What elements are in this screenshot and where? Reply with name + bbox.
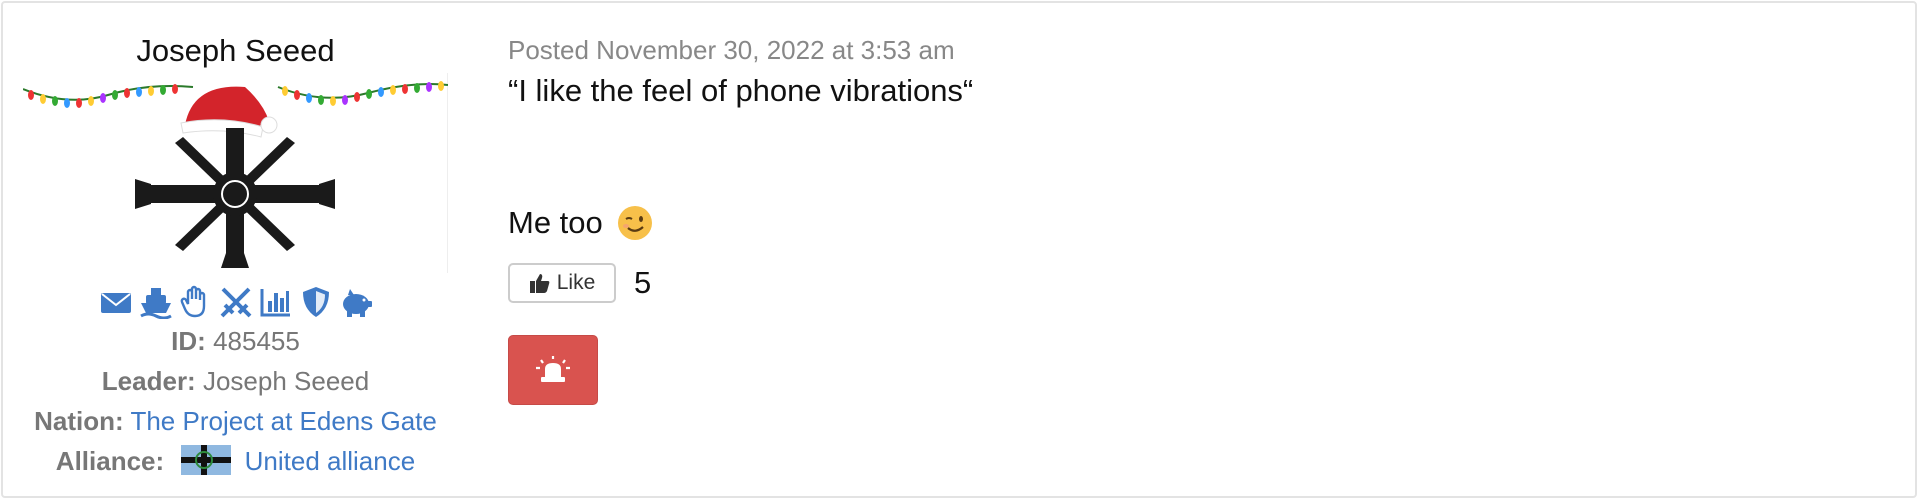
forum-post: Joseph Seeed ID: 485455 Leader: Joseph S… xyxy=(1,1,1917,498)
like-button[interactable]: Like xyxy=(508,263,616,303)
post-content: Posted November 30, 2022 at 3:53 am “I l… xyxy=(508,33,1888,405)
alliance-label: Alliance: xyxy=(55,446,165,476)
user-id-label: ID: xyxy=(171,326,206,356)
shield-icon[interactable] xyxy=(299,285,333,319)
user-id: ID: 485455 xyxy=(23,321,448,361)
nation-label: Nation: xyxy=(34,406,124,436)
nation-link[interactable]: The Project at Edens Gate xyxy=(130,406,436,436)
crossed-swords-icon[interactable] xyxy=(219,285,253,319)
thumbs-up-icon xyxy=(529,274,550,293)
user-id-value: 485455 xyxy=(213,326,300,356)
leader-value: Joseph Seeed xyxy=(202,366,370,396)
like-row: Like 5 xyxy=(508,263,1888,303)
hand-icon[interactable] xyxy=(179,285,213,319)
post-timestamp: Posted November 30, 2022 at 3:53 am xyxy=(508,35,955,65)
piggy-bank-icon[interactable] xyxy=(339,285,373,319)
alliance-flag-icon xyxy=(181,445,232,475)
user-nation: Nation: The Project at Edens Gate xyxy=(23,401,448,441)
like-count: 5 xyxy=(634,265,652,300)
user-alliance: Alliance: United alliance xyxy=(23,441,448,481)
leader-label: Leader: xyxy=(101,366,196,396)
user-icons xyxy=(23,285,448,320)
alliance-link[interactable]: United alliance xyxy=(245,446,416,476)
winking-face-emoji xyxy=(617,206,652,240)
ship-icon[interactable] xyxy=(139,285,173,320)
report-button[interactable] xyxy=(508,335,598,405)
post-quote: “I like the feel of phone vibrations“ xyxy=(508,73,974,108)
user-leader: Leader: Joseph Seeed xyxy=(23,361,448,401)
envelope-icon[interactable] xyxy=(99,285,133,319)
post-reply-text: Me too xyxy=(508,205,603,240)
avatar xyxy=(23,73,448,273)
avatar-image xyxy=(23,81,448,268)
user-panel: Joseph Seeed ID: 485455 Leader: Joseph S… xyxy=(23,33,448,481)
post-reply: Me too xyxy=(508,203,1888,243)
like-button-label: Like xyxy=(556,271,596,294)
siren-icon xyxy=(536,356,570,382)
bar-chart-icon[interactable] xyxy=(259,285,293,319)
username: Joseph Seeed xyxy=(136,33,335,68)
